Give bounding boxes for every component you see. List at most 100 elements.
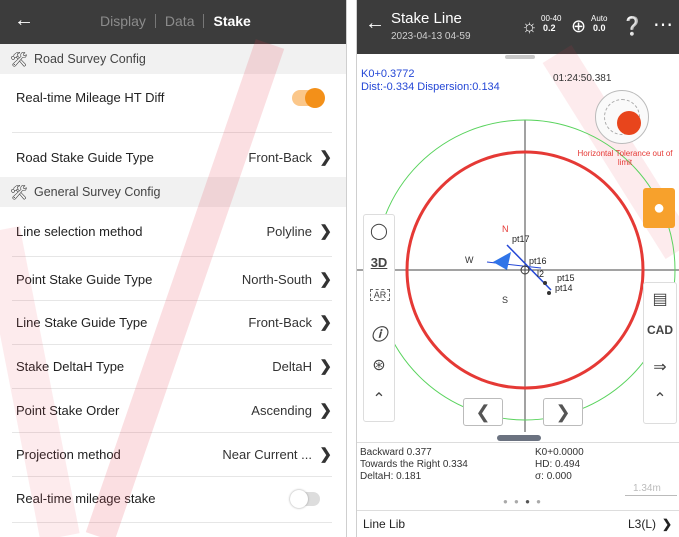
offset-info: Backward 0.377 Towards the Right 0.334 D… [360, 447, 468, 483]
info-icon[interactable]: ⓘ [366, 321, 392, 345]
stake-info: K0+0.3772 Dist:-0.334 Dispersion:0.134 [361, 68, 500, 94]
station-label: K0+0.3772 [361, 68, 415, 80]
row-value: DeltaH [272, 359, 312, 374]
ar-button[interactable]: AR [370, 289, 390, 301]
distance-label: Dist:-0.334 Dispersion:0.134 [361, 81, 500, 93]
point-label: pt16 [529, 256, 547, 266]
tools-icon: 🛠 [10, 184, 28, 200]
arrow-icon[interactable]: ⇒ [647, 357, 673, 377]
section-title: General Survey Config [34, 185, 161, 199]
line-lib-label: Line Lib [363, 517, 406, 531]
toggle-knob [305, 88, 325, 108]
tolerance-warning: Horizontal Tolerance out of limit [577, 149, 673, 167]
row-value: Ascending [251, 403, 312, 418]
west-label: W [465, 255, 474, 265]
left-toolbar: ◯ 3D AR ⓘ ⊛ ⌃ [363, 214, 395, 422]
scale-label: 1.34m [633, 483, 661, 494]
point-label: l2 [537, 269, 544, 279]
chevron-right-icon: ❯ [319, 314, 332, 331]
deltah-value: DeltaH: 0.181 [360, 471, 422, 482]
row-value: Polyline [266, 224, 312, 239]
page-indicator[interactable]: ● ● ● ● [503, 496, 543, 508]
hd-value: HD: 0.494 [535, 459, 581, 470]
point-marker [547, 291, 551, 295]
row-label: Point Stake Order [16, 403, 120, 418]
row-line-stake-guide-type[interactable]: Line Stake Guide Type Front-Back ❯ [0, 301, 346, 345]
time-label: 01:24:50.381 [553, 73, 612, 84]
bottom-info-panel: Backward 0.377 Towards the Right 0.334 D… [357, 442, 679, 509]
section-road-survey-config: 🛠 Road Survey Config [0, 44, 346, 74]
line-lib-row[interactable]: Line Lib L3(L) ❯ [357, 510, 679, 537]
previous-button[interactable]: ❮ [463, 398, 503, 426]
position-arrow-icon [493, 252, 511, 270]
cad-button[interactable]: CAD [647, 323, 673, 337]
row-divider [12, 256, 332, 257]
next-button[interactable]: ❯ [543, 398, 583, 426]
tab-data[interactable]: Data [165, 13, 195, 29]
row-label: Line Stake Guide Type [16, 315, 148, 330]
station-value: K0+0.0000 [535, 447, 584, 458]
tab-divider [203, 14, 205, 28]
row-label: Real-time Mileage HT Diff [16, 90, 165, 105]
chevron-right-icon: ❯ [319, 149, 332, 166]
settings-panel: ← Display Data Stake 🛠 Road Survey Config … [0, 0, 347, 537]
target-icon[interactable]: ◯ [366, 221, 392, 241]
stake-line-panel: ← Stake Line 2023-04-13 04-59 ☼ 00-40 0.… [356, 0, 679, 537]
point-label: pt15 [557, 273, 575, 283]
row-realtime-mileage-stake[interactable]: Real-time mileage stake [0, 477, 346, 521]
row-realtime-mileage-ht-diff[interactable]: Real-time Mileage HT Diff [0, 76, 346, 120]
point-label: pt14 [555, 283, 573, 293]
bottom-drag-handle[interactable] [497, 435, 541, 441]
location-pin-button[interactable]: ● [643, 188, 675, 228]
row-value: Near Current ... [222, 447, 312, 462]
row-point-stake-order[interactable]: Point Stake Order Ascending ❯ [0, 389, 346, 433]
tab-divider [154, 14, 156, 28]
up-chevron-icon[interactable]: ⌃ [647, 389, 673, 409]
row-stake-deltah-type[interactable]: Stake DeltaH Type DeltaH ❯ [0, 345, 346, 389]
target-dot-icon [617, 111, 641, 135]
row-label: Stake DeltaH Type [16, 359, 125, 374]
chevron-right-icon: ❯ [319, 271, 332, 288]
row-label: Projection method [16, 447, 121, 462]
back-arrow-icon[interactable]: ← [14, 9, 34, 32]
toggle-knob [290, 490, 308, 508]
up-chevron-icon[interactable]: ⌃ [366, 389, 392, 409]
row-line-selection-method[interactable]: Line selection method Polyline ❯ [0, 210, 346, 254]
sigma-value: σ: 0.000 [535, 471, 572, 482]
north-label: N [502, 224, 509, 234]
chevron-right-icon: ❯ [319, 223, 332, 240]
settings-header: ← Display Data Stake [0, 0, 346, 44]
collapse-icon[interactable]: ⊛ [366, 355, 392, 375]
right-value: Towards the Right 0.334 [360, 459, 468, 470]
chevron-right-icon: ❯ [319, 402, 332, 419]
row-label: Road Stake Guide Type [16, 150, 154, 165]
point-marker [543, 281, 547, 285]
profile-icon[interactable]: ▤ [647, 289, 673, 309]
row-value: Front-Back [248, 315, 312, 330]
station-info: K0+0.0000 HD: 0.494 σ: 0.000 [535, 447, 584, 483]
point-label: pt17 [512, 234, 530, 244]
row-label: Line selection method [16, 224, 143, 239]
chevron-right-icon: ❯ [319, 446, 332, 463]
toggle-switch-on[interactable] [292, 88, 325, 108]
row-road-stake-guide-type[interactable]: Road Stake Guide Type Front-Back ❯ [0, 136, 346, 180]
toggle-switch-off[interactable] [290, 490, 320, 508]
tab-stake[interactable]: Stake [213, 13, 250, 29]
section-general-survey-config: 🛠 General Survey Config [0, 177, 346, 207]
backward-value: Backward 0.377 [360, 447, 432, 458]
3d-view-button[interactable]: 3D [366, 255, 392, 270]
tab-display[interactable]: Display [100, 13, 146, 29]
page-dot-active: ● [525, 497, 532, 506]
right-toolbar: ▤ CAD ⇒ ⌃ [643, 282, 677, 424]
south-label: S [502, 295, 508, 305]
row-label: Real-time mileage stake [16, 491, 156, 506]
row-point-stake-guide-type[interactable]: Point Stake Guide Type North-South ❯ [0, 258, 346, 302]
section-title: Road Survey Config [34, 52, 146, 66]
chevron-right-icon: ❯ [319, 358, 332, 375]
row-divider [12, 522, 332, 523]
row-projection-method[interactable]: Projection method Near Current ... ❯ [0, 433, 346, 477]
row-label: Point Stake Guide Type [16, 272, 153, 287]
line-lib-value: L3(L) [627, 517, 656, 531]
row-value: Front-Back [248, 150, 312, 165]
settings-tabs: Display Data Stake [100, 13, 251, 29]
